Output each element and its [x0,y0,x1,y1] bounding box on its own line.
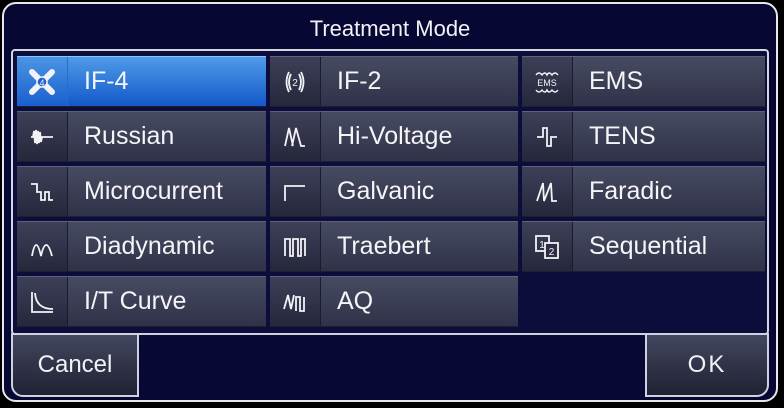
mode-item-ems[interactable]: EMS EMS [522,56,765,107]
hi-voltage-wave-icon [270,112,321,161]
mode-item-microcurrent[interactable]: Microcurrent [17,166,266,217]
if4-icon: 4 [17,57,68,106]
mode-label: IF-2 [337,67,382,95]
it-curve-icon [17,277,68,326]
dialog-footer: Cancel OK [11,333,769,397]
mode-grid: 4 IF-4 2 IF-2 EMS EMS Russian Hi-Voltage… [11,49,769,335]
mode-item-it-curve[interactable]: I/T Curve [17,276,266,327]
mode-item-tens[interactable]: TENS [522,111,765,162]
svg-text:EMS: EMS [537,78,557,88]
mode-label: IF-4 [84,67,129,95]
mode-item-sequential[interactable]: 1 2 Sequential [522,221,765,272]
mode-label: Microcurrent [84,177,223,205]
mode-label: Hi-Voltage [337,122,453,150]
aq-wave-icon [270,277,321,326]
mode-label: Galvanic [337,177,435,205]
mode-item-faradic[interactable]: Faradic [522,166,765,217]
microcurrent-wave-icon [17,167,68,216]
mode-label: I/T Curve [84,287,187,315]
if2-icon: 2 [270,57,321,106]
faradic-wave-icon [522,167,573,216]
mode-label: Sequential [589,232,708,260]
galvanic-wave-icon [270,167,321,216]
svg-text:2: 2 [292,78,298,89]
mode-label: AQ [337,287,374,315]
mode-label: TENS [589,122,656,150]
footer-spacer [141,333,651,397]
ems-icon: EMS [522,57,573,106]
tens-wave-icon [522,112,573,161]
svg-text:4: 4 [39,78,44,88]
dialog-title: Treatment Mode [309,16,471,41]
cancel-button[interactable]: Cancel [11,333,139,397]
mode-item-galvanic[interactable]: Galvanic [270,166,518,217]
svg-text:2: 2 [549,247,555,258]
mode-label: Traebert [337,232,431,260]
russian-wave-icon [17,112,68,161]
ok-button[interactable]: OK [645,333,769,397]
treatment-mode-dialog: Treatment Mode 4 IF-4 2 IF-2 EMS EMS Rus… [2,2,778,402]
mode-label: Russian [84,122,175,150]
svg-text:1: 1 [539,240,545,251]
mode-label: Diadynamic [84,232,215,260]
traebert-wave-icon [270,222,321,271]
mode-item-aq[interactable]: AQ [270,276,518,327]
mode-label: EMS [589,67,644,95]
mode-item-russian[interactable]: Russian [17,111,266,162]
mode-label: Faradic [589,177,673,205]
sequential-icon: 1 2 [522,222,573,271]
mode-item-if2[interactable]: 2 IF-2 [270,56,518,107]
mode-item-traebert[interactable]: Traebert [270,221,518,272]
mode-item-diadynamic[interactable]: Diadynamic [17,221,266,272]
mode-item-hi-voltage[interactable]: Hi-Voltage [270,111,518,162]
mode-item-if4[interactable]: 4 IF-4 [17,56,266,107]
diadynamic-wave-icon [17,222,68,271]
